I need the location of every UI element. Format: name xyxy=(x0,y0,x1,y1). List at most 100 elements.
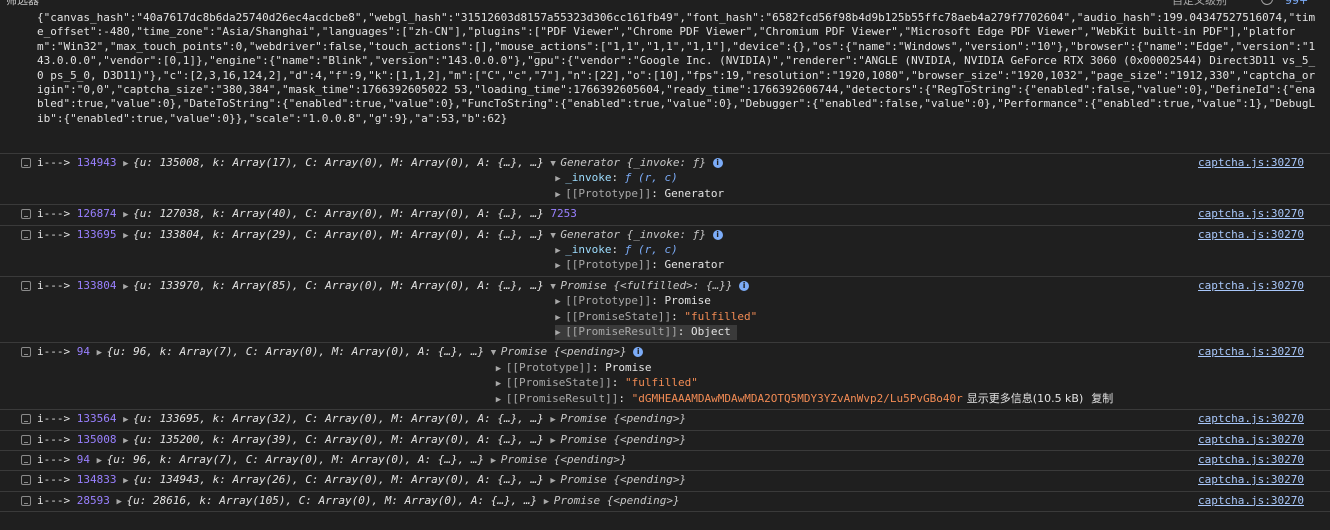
object-preview[interactable]: {u: 133695, k: Array(32), C: Array(0), M… xyxy=(133,412,544,425)
property-row[interactable]: ▶ [[PromiseState]]: "fulfilled" xyxy=(37,376,1320,391)
source-link[interactable]: captcha.js:30270 xyxy=(1198,453,1304,467)
expand-triangle-icon[interactable]: ▶ xyxy=(550,474,560,488)
issues-icon[interactable] xyxy=(1261,0,1273,5)
property-row[interactable]: ▶ [[Prototype]]: Generator xyxy=(37,187,1320,202)
expand-triangle-icon[interactable]: ▶ xyxy=(123,434,133,448)
message-group-icon[interactable] xyxy=(21,495,31,506)
info-icon[interactable]: i xyxy=(712,158,723,168)
object-preview[interactable]: {u: 133804, k: Array(29), C: Array(0), M… xyxy=(133,228,544,241)
expand-triangle-icon[interactable]: ▶ xyxy=(550,434,560,448)
collapse-triangle-icon[interactable]: ▼ xyxy=(550,157,560,171)
log-prefix: i---> xyxy=(37,345,77,359)
message-group-icon[interactable] xyxy=(21,209,31,220)
property-name: [[PromiseResult]] xyxy=(565,325,678,339)
object-preview[interactable]: {u: 96, k: Array(7), C: Array(0), M: Arr… xyxy=(107,345,485,358)
object-preview[interactable]: {u: 96, k: Array(7), C: Array(0), M: Arr… xyxy=(107,453,485,466)
property-row[interactable]: ▶ [[Prototype]]: Promise xyxy=(37,361,1320,376)
log-entries: i---> 134943 ▶ {u: 135008, k: Array(17), … xyxy=(0,154,1330,513)
object-preview[interactable]: {u: 133970, k: Array(85), C: Array(0), M… xyxy=(133,279,544,292)
expand-triangle-icon[interactable]: ▶ xyxy=(123,474,133,488)
property-row[interactable]: ▶ [[PromiseResult]]: Object xyxy=(37,325,1320,341)
expand-triangle-icon[interactable]: ▶ xyxy=(544,495,554,509)
collapse-triangle-icon[interactable]: ▼ xyxy=(550,280,560,294)
expand-triangle-icon[interactable]: ▶ xyxy=(555,188,565,202)
expand-triangle-icon[interactable]: ▶ xyxy=(123,229,133,243)
expand-triangle-icon[interactable]: ▶ xyxy=(555,259,565,273)
object-preview[interactable]: {u: 134943, k: Array(26), C: Array(0), M… xyxy=(133,473,544,486)
property-row[interactable]: ▶ [[PromiseResult]]: "dGMHEAAAMDAwMDAwMDA… xyxy=(37,392,1320,407)
promise-preview[interactable]: Promise {<pending>} xyxy=(554,494,680,507)
source-link[interactable]: captcha.js:30270 xyxy=(1198,207,1304,221)
source-link[interactable]: captcha.js:30270 xyxy=(1198,433,1304,447)
property-value: Generator xyxy=(664,258,725,272)
promise-preview[interactable]: Promise {<pending>} xyxy=(560,412,686,425)
expand-triangle-icon[interactable]: ▶ xyxy=(123,280,133,294)
property-row[interactable]: ▶ _invoke: ƒ (r, c) xyxy=(37,171,1320,186)
promise-preview[interactable]: Promise {<pending>} xyxy=(560,473,686,486)
property-value: ƒ (r, c) xyxy=(624,171,678,185)
expand-triangle-icon[interactable]: ▶ xyxy=(123,208,133,222)
collapse-triangle-icon[interactable]: ▼ xyxy=(550,229,560,243)
expand-triangle-icon[interactable]: ▶ xyxy=(555,172,565,186)
property-row[interactable]: ▶ [[Prototype]]: Promise xyxy=(37,294,1320,309)
expand-triangle-icon[interactable]: ▶ xyxy=(496,362,506,376)
log-entry: i---> 134943 ▶ {u: 135008, k: Array(17), … xyxy=(0,154,1330,206)
collapse-triangle-icon[interactable]: ▼ xyxy=(491,346,501,360)
message-group-icon[interactable] xyxy=(21,158,31,168)
log-id: 133804 xyxy=(76,278,124,292)
info-icon[interactable]: i xyxy=(633,347,644,358)
expand-triangle-icon[interactable]: ▶ xyxy=(123,413,133,427)
result-preview[interactable]: Generator {_invoke: ƒ} xyxy=(560,156,712,169)
property-value: Object xyxy=(691,325,731,339)
copy-button[interactable]: 复制 xyxy=(1091,392,1113,405)
message-group-icon[interactable] xyxy=(21,454,31,465)
object-preview[interactable]: {u: 135008, k: Array(17), C: Array(0), M… xyxy=(133,156,544,169)
source-link[interactable]: captcha.js:30270 xyxy=(1198,156,1304,170)
expand-triangle-icon[interactable]: ▶ xyxy=(555,295,565,309)
promise-preview[interactable]: Promise {<pending>} xyxy=(560,433,686,446)
object-preview[interactable]: {u: 28616, k: Array(105), C: Array(0), M… xyxy=(127,494,538,507)
info-icon[interactable]: i xyxy=(739,280,750,291)
message-group-icon[interactable] xyxy=(21,229,31,240)
result-preview[interactable]: Promise {<fulfilled>: {…}} xyxy=(560,279,739,292)
expand-triangle-icon[interactable]: ▶ xyxy=(555,244,565,258)
source-link[interactable]: captcha.js:30270 xyxy=(1198,279,1304,293)
log-prefix: i---> xyxy=(37,156,77,169)
message-group-icon[interactable] xyxy=(21,434,31,445)
promise-preview[interactable]: Promise {<pending>} xyxy=(501,453,627,466)
expand-triangle-icon[interactable]: ▶ xyxy=(555,326,565,340)
expand-triangle-icon[interactable]: ▶ xyxy=(117,495,127,509)
object-preview[interactable]: {u: 135200, k: Array(39), C: Array(0), M… xyxy=(133,433,544,446)
highlighted-property[interactable]: ▶ [[PromiseResult]]: Object xyxy=(555,325,737,341)
expand-triangle-icon[interactable]: ▶ xyxy=(496,393,506,407)
property-row[interactable]: ▶ [[Prototype]]: Generator xyxy=(37,258,1320,273)
expand-triangle-icon[interactable]: ▶ xyxy=(97,346,107,360)
source-link[interactable]: captcha.js:30270 xyxy=(1198,412,1304,426)
message-group-icon[interactable] xyxy=(21,414,31,425)
message-group-icon[interactable] xyxy=(21,280,31,291)
message-group-icon[interactable] xyxy=(21,475,31,486)
property-row[interactable]: ▶ [[PromiseState]]: "fulfilled" xyxy=(37,310,1320,325)
log-id: 94 xyxy=(76,345,97,359)
source-link[interactable]: captcha.js:30270 xyxy=(1198,345,1304,359)
property-name: [[Prototype]] xyxy=(565,186,652,200)
message-group-icon[interactable] xyxy=(21,347,31,358)
info-icon[interactable]: i xyxy=(712,229,723,240)
property-row[interactable]: ▶ _invoke: ƒ (r, c) xyxy=(37,243,1320,258)
source-link[interactable]: captcha.js:30270 xyxy=(1198,228,1304,242)
result-preview[interactable]: Generator {_invoke: ƒ} xyxy=(560,228,712,241)
source-link[interactable]: captcha.js:30270 xyxy=(1198,473,1304,487)
log-line: i---> 135008 ▶ {u: 135200, k: Array(39), … xyxy=(37,433,1320,448)
property-name: [[PromiseState]] xyxy=(565,309,672,323)
expand-triangle-icon[interactable]: ▶ xyxy=(491,454,501,468)
expand-triangle-icon[interactable]: ▶ xyxy=(97,454,107,468)
show-more-link[interactable]: 显示更多信息(10.5 kB) xyxy=(967,392,1084,405)
expand-triangle-icon[interactable]: ▶ xyxy=(555,311,565,325)
result-preview[interactable]: Promise {<pending>} xyxy=(501,345,633,358)
log-prefix: i---> xyxy=(37,227,77,241)
source-link[interactable]: captcha.js:30270 xyxy=(1198,494,1304,508)
expand-triangle-icon[interactable]: ▶ xyxy=(496,377,506,391)
object-preview[interactable]: {u: 127038, k: Array(40), C: Array(0), M… xyxy=(133,207,544,220)
expand-triangle-icon[interactable]: ▶ xyxy=(123,157,133,171)
expand-triangle-icon[interactable]: ▶ xyxy=(550,413,560,427)
